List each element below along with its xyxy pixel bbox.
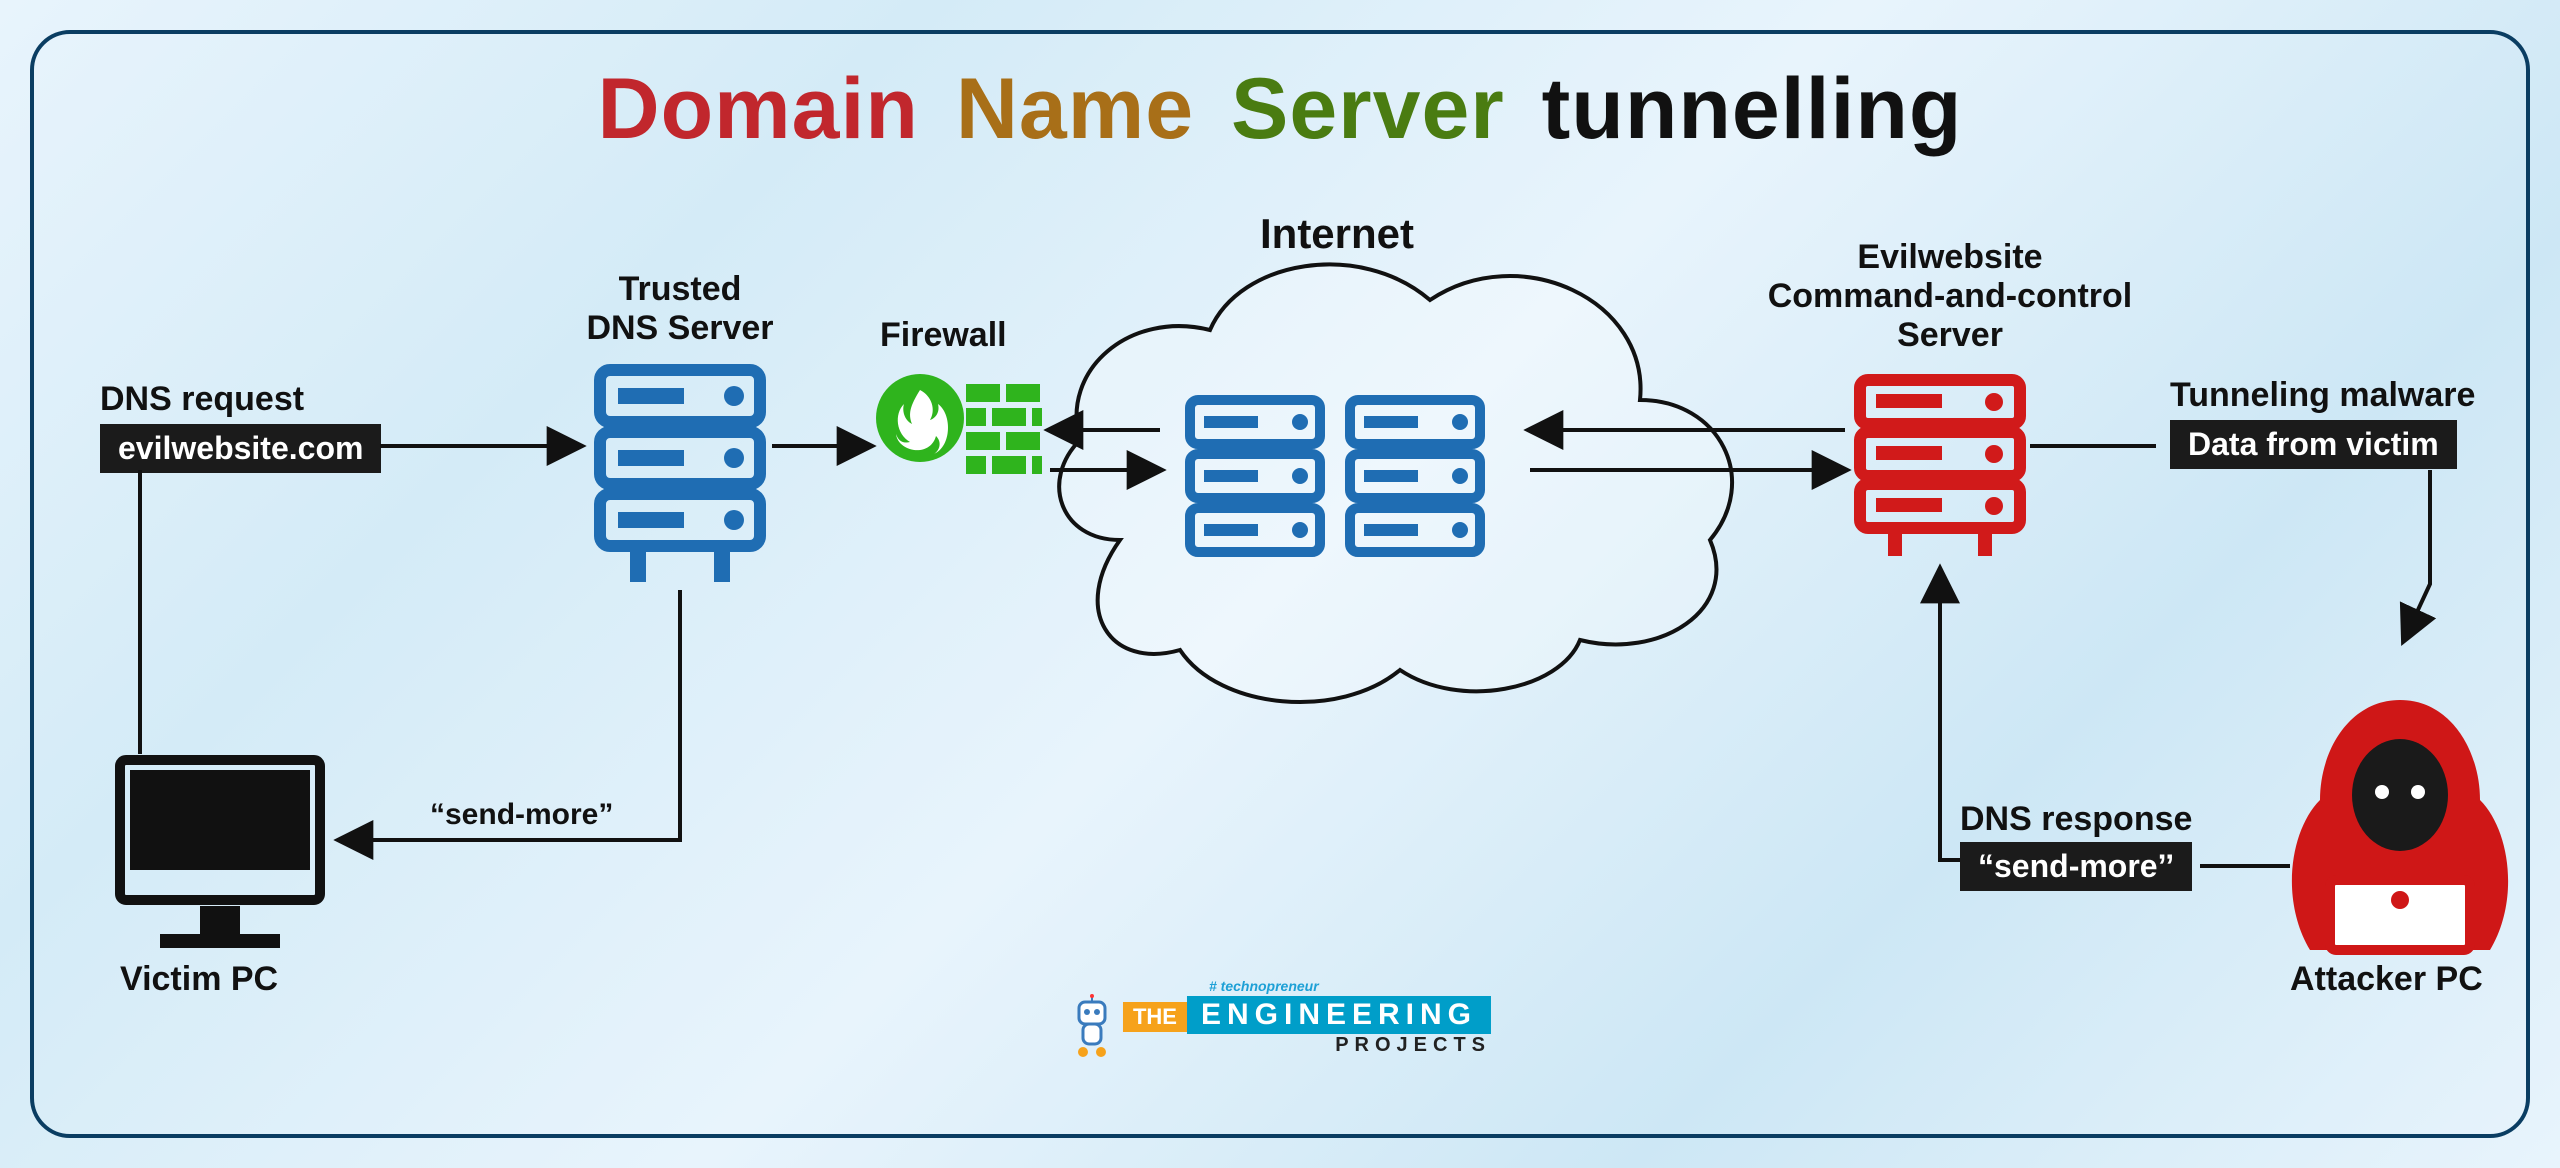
branding-hashtag: # technopreneur	[1209, 978, 1491, 994]
attacker-pc-icon	[2292, 700, 2508, 950]
arrow-dns-to-victim	[340, 590, 680, 840]
branding-the: THE	[1123, 1002, 1187, 1032]
branding-projects: PROJECTS	[1123, 1034, 1491, 1057]
arrow-response-to-evil	[1940, 570, 1960, 860]
branding-engineering: ENGINEERING	[1187, 996, 1491, 1034]
branding-logo: # technopreneur THEENGINEERING PROJECTS	[1069, 978, 1491, 1058]
arrow-tunnel-to-attacker	[2404, 470, 2430, 640]
firewall-icon	[876, 374, 1042, 474]
internet-cloud-icon	[1059, 264, 1732, 702]
robot-icon	[1069, 994, 1115, 1058]
victim-pc-icon	[120, 760, 320, 948]
trusted-dns-server-icon	[600, 370, 760, 582]
evil-server-icon	[1860, 380, 2020, 556]
